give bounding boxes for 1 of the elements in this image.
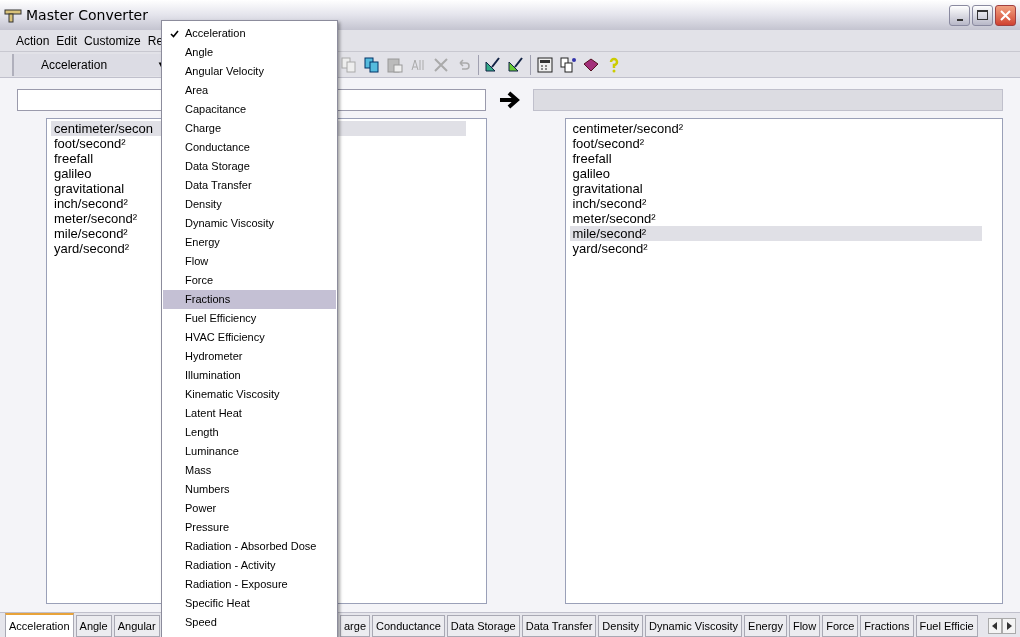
window-title: Master Converter <box>26 5 148 25</box>
